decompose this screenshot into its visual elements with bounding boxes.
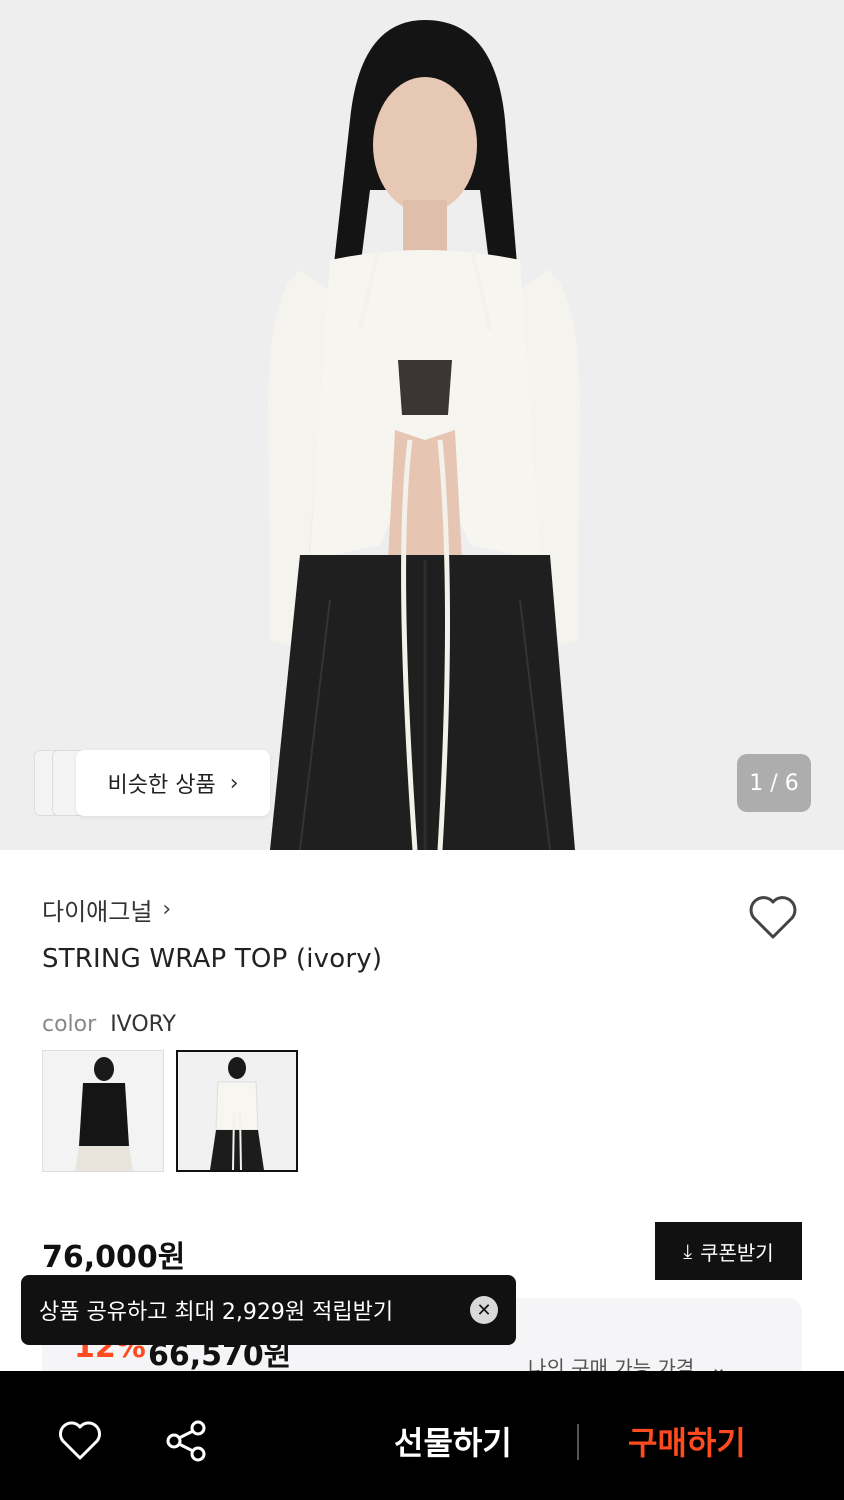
color-label: color (42, 1012, 97, 1037)
bottom-bar-divider (577, 1424, 579, 1460)
image-page-counter: 1 / 6 (737, 754, 811, 812)
close-icon[interactable]: ✕ (470, 1296, 498, 1324)
color-row: color IVORY (42, 1012, 176, 1037)
chevron-right-icon: › (162, 897, 172, 922)
product-photo (0, 0, 844, 850)
brand-name: 다이애그널 (42, 898, 153, 926)
brand-link[interactable]: 다이애그널 › (42, 892, 171, 927)
swatch-photo (43, 1051, 163, 1171)
swatch-photo (178, 1052, 296, 1170)
color-swatch-ivory[interactable] (176, 1050, 298, 1172)
coupon-label: 쿠폰받기 (700, 1240, 774, 1265)
product-price: 76,000원 (42, 1240, 186, 1275)
coupon-download-button[interactable]: ⤓ 쿠폰받기 (655, 1222, 802, 1280)
similar-products-label: 비슷한 상품 (107, 773, 216, 798)
toast-message: 상품 공유하고 최대 2,929원 적립받기 (39, 1300, 394, 1325)
similar-products-button[interactable]: 비슷한 상품 › (76, 750, 270, 816)
color-swatch-black[interactable] (42, 1050, 164, 1172)
similar-products-pill[interactable]: 비슷한 상품 › (34, 750, 270, 816)
product-title: STRING WRAP TOP (ivory) (42, 944, 383, 974)
product-image-gallery[interactable]: 비슷한 상품 › 1 / 6 (0, 0, 844, 850)
share-icon[interactable] (164, 1418, 210, 1464)
download-icon: ⤓ (683, 1239, 693, 1263)
chevron-right-icon: › (229, 770, 239, 796)
heart-icon[interactable] (746, 892, 800, 942)
gift-button[interactable]: 선물하기 (394, 1418, 512, 1464)
buy-button[interactable]: 구매하기 (628, 1418, 746, 1464)
share-reward-toast: 상품 공유하고 최대 2,929원 적립받기 ✕ (21, 1275, 516, 1345)
color-value: IVORY (110, 1012, 176, 1037)
heart-icon[interactable] (57, 1418, 103, 1464)
